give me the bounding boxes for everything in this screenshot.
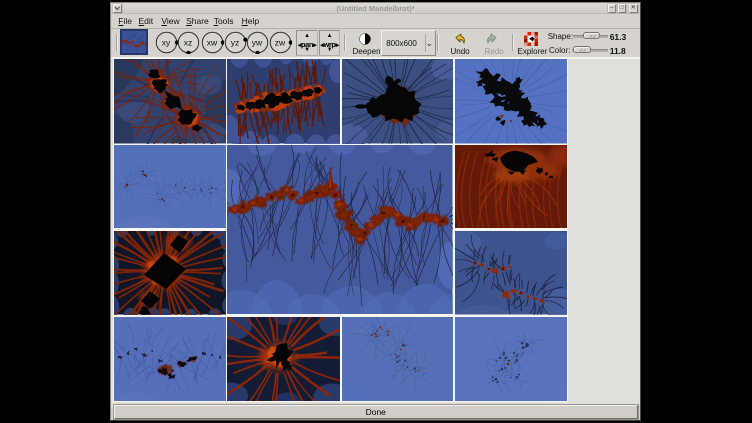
svg-text:zw: zw: [275, 38, 286, 48]
svg-text:yw: yw: [252, 38, 263, 48]
svg-text:xz: xz: [184, 38, 193, 48]
svg-text:xy: xy: [162, 38, 171, 48]
svg-text:xw: xw: [207, 38, 218, 48]
svg-text:yz: yz: [230, 38, 239, 48]
